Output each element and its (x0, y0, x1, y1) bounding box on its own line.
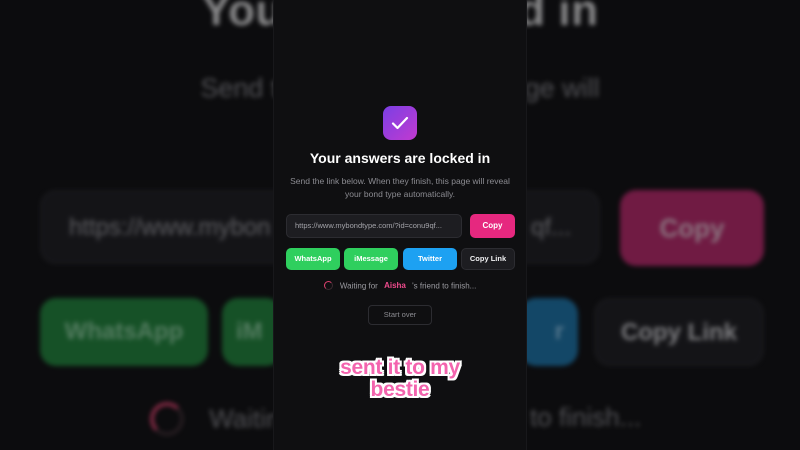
background-link-left: https://www.mybon (69, 214, 271, 241)
background-whatsapp-button: WhatsApp (40, 298, 208, 366)
caption-line: bestie (370, 378, 430, 401)
background-link-right: qf... (530, 214, 571, 241)
share-link-field[interactable]: https://www.mybondtype.com/?id=conu9qf..… (286, 214, 462, 238)
caption-line: sent it to my (340, 356, 460, 379)
waiting-prefix: Waiting for (339, 281, 378, 291)
background-spinner-icon (150, 402, 184, 437)
page-title: Your answers are locked in (309, 150, 491, 166)
twitter-button[interactable]: Twitter (403, 248, 457, 270)
background-waiting-status: Waitin to finish... (150, 402, 641, 437)
whatsapp-button[interactable]: WhatsApp (286, 248, 340, 270)
check-icon (383, 106, 417, 140)
copy-button[interactable]: Copy (470, 214, 515, 238)
background-waiting-right: to finish... (530, 402, 642, 432)
start-over-button[interactable]: Start over (368, 305, 432, 325)
copy-link-button[interactable]: Copy Link (461, 248, 515, 270)
imessage-button[interactable]: iMessage (344, 248, 398, 270)
background-copy-link-button: Copy Link (594, 298, 764, 366)
spinner-icon (323, 281, 333, 291)
page-subtitle: Send the link below. When they finish, t… (290, 176, 510, 199)
friend-name: Aisha (384, 281, 406, 291)
waiting-status: Waiting for Aisha 's friend to finish... (274, 281, 526, 291)
video-frame: Your ans locked in Send the link be sh, … (0, 0, 800, 450)
background-copy-button: Copy (620, 190, 764, 266)
background-twitter-button: r (520, 298, 578, 366)
waiting-suffix: 's friend to finish... (412, 281, 477, 291)
video-caption: sent it to my bestie (300, 357, 500, 401)
background-imessage-button: iM (222, 298, 282, 366)
background-waiting-left: Waitin (209, 403, 281, 434)
